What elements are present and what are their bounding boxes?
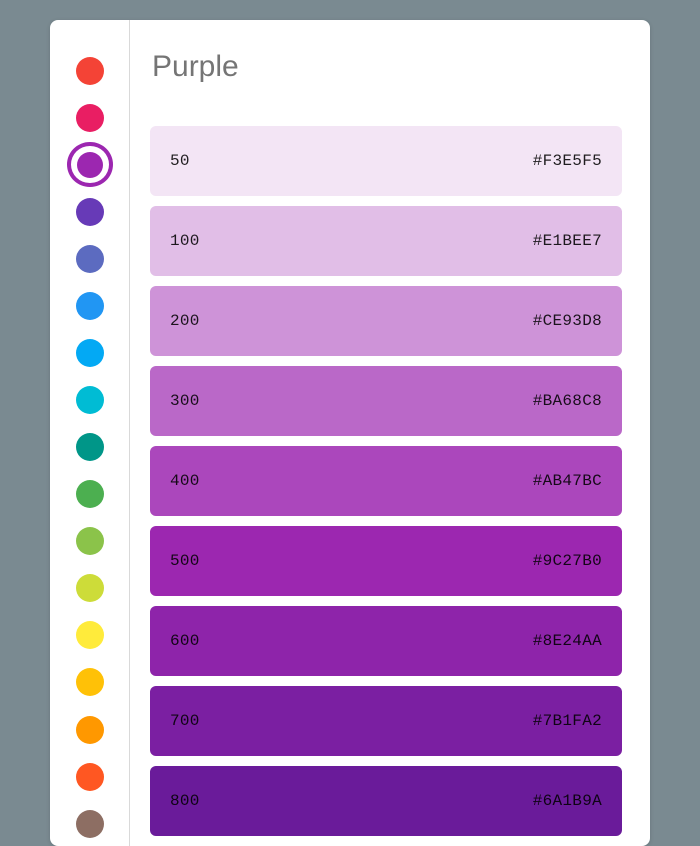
shade-hex: #AB47BC — [533, 472, 602, 490]
color-dot-fill — [76, 668, 104, 696]
color-dot-indigo[interactable] — [67, 237, 113, 282]
shade-swatch[interactable]: 700 #7B1FA2 — [150, 686, 622, 756]
shade-label: 100 — [170, 232, 200, 250]
color-dot-yellow[interactable] — [67, 613, 113, 658]
shade-hex: #CE93D8 — [533, 312, 602, 330]
shade-swatch[interactable]: 300 #BA68C8 — [150, 366, 622, 436]
color-dot-cyan[interactable] — [67, 378, 113, 423]
color-dot-purple[interactable] — [67, 142, 113, 187]
color-dot-deep-orange[interactable] — [67, 754, 113, 799]
color-dot-brown[interactable] — [67, 801, 113, 846]
color-dot-fill — [76, 763, 104, 791]
shade-label: 600 — [170, 632, 200, 650]
shade-label: 700 — [170, 712, 200, 730]
color-dot-fill — [76, 480, 104, 508]
shade-swatch[interactable]: 200 #CE93D8 — [150, 286, 622, 356]
shade-hex: #E1BEE7 — [533, 232, 602, 250]
color-dot-fill — [76, 245, 104, 273]
shade-hex: #BA68C8 — [533, 392, 602, 410]
color-dot-fill — [76, 104, 104, 132]
shade-label: 200 — [170, 312, 200, 330]
color-dot-blue[interactable] — [67, 284, 113, 329]
shade-swatch[interactable]: 50 #F3E5F5 — [150, 126, 622, 196]
shade-swatch[interactable]: 400 #AB47BC — [150, 446, 622, 516]
shade-list: 50 #F3E5F5 100 #E1BEE7 200 #CE93D8 300 #BA68C8 4… — [150, 126, 622, 836]
shade-swatch[interactable]: 800 #6A1B9A — [150, 766, 622, 836]
color-dot-amber[interactable] — [67, 660, 113, 705]
shade-swatch[interactable]: 600 #8E24AA — [150, 606, 622, 676]
shade-swatch[interactable]: 500 #9C27B0 — [150, 526, 622, 596]
shade-hex: #F3E5F5 — [533, 152, 602, 170]
color-dot-fill — [76, 292, 104, 320]
color-dot-fill — [76, 198, 104, 226]
color-dot-fill — [76, 386, 104, 414]
shade-label: 400 — [170, 472, 200, 490]
shade-hex: #7B1FA2 — [533, 712, 602, 730]
shade-swatch[interactable]: 100 #E1BEE7 — [150, 206, 622, 276]
color-dot-light-green[interactable] — [67, 519, 113, 564]
color-dot-fill — [76, 57, 104, 85]
color-dot-fill — [76, 621, 104, 649]
color-sidebar — [50, 20, 130, 846]
shade-hex: #8E24AA — [533, 632, 602, 650]
shade-label: 50 — [170, 152, 190, 170]
color-dot-fill — [76, 810, 104, 838]
color-dot-deep-purple[interactable] — [67, 189, 113, 234]
color-dot-fill — [76, 527, 104, 555]
color-dot-red[interactable] — [67, 48, 113, 93]
color-dot-fill — [76, 716, 104, 744]
color-dot-pink[interactable] — [67, 95, 113, 140]
color-dot-fill — [76, 433, 104, 461]
shade-label: 800 — [170, 792, 200, 810]
color-dot-lime[interactable] — [67, 566, 113, 611]
shade-hex: #6A1B9A — [533, 792, 602, 810]
palette-title: Purple — [152, 50, 622, 84]
color-dot-fill — [76, 339, 104, 367]
shade-label: 500 — [170, 552, 200, 570]
palette-content: Purple 50 #F3E5F5 100 #E1BEE7 200 #CE93D8 300 #… — [130, 20, 650, 846]
color-dot-green[interactable] — [67, 472, 113, 517]
color-dot-fill — [76, 574, 104, 602]
palette-card: Purple 50 #F3E5F5 100 #E1BEE7 200 #CE93D8 300 #… — [50, 20, 650, 846]
color-dot-orange[interactable] — [67, 707, 113, 752]
color-dot-fill — [77, 152, 103, 178]
color-dot-light-blue[interactable] — [67, 331, 113, 376]
shade-hex: #9C27B0 — [533, 552, 602, 570]
shade-label: 300 — [170, 392, 200, 410]
color-dot-teal[interactable] — [67, 425, 113, 470]
